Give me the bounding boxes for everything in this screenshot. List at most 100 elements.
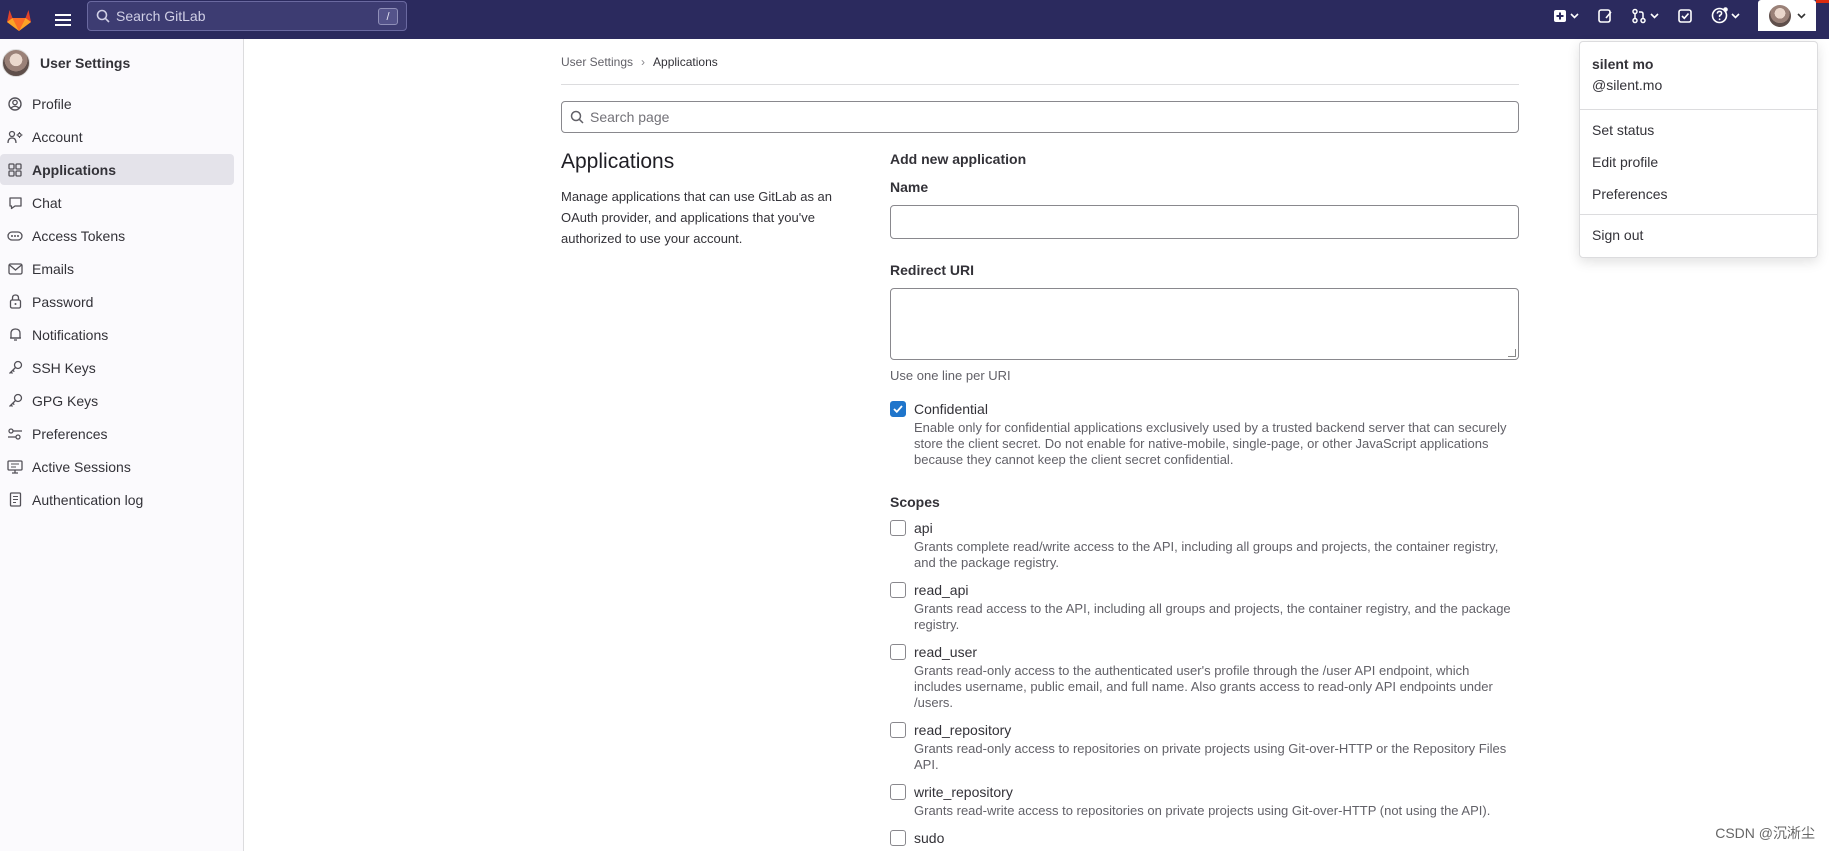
sidebar-item-emails[interactable]: Emails [0,253,234,284]
search-page-placeholder: Search page [590,109,670,125]
sidebar-item-account[interactable]: Account [0,121,234,152]
lock-icon [7,294,23,310]
user-menu-button[interactable] [1758,0,1829,31]
breadcrumb: User Settings › Applications [561,39,1519,85]
sidebar-item-label: Password [32,293,94,310]
user-handle: @silent.mo [1592,77,1663,93]
confidential-help: Enable only for confidential application… [914,420,1507,467]
search-icon [570,110,584,124]
menu-item-set-status[interactable]: Set status [1580,114,1817,146]
comment-icon [7,195,23,211]
watermark: CSDN @沉淅尘 [1715,825,1815,841]
sidebar-item-profile[interactable]: Profile [0,88,234,119]
redirect-uri-label: Redirect URI [890,262,975,278]
chevron-right-icon: › [641,54,646,69]
user-dropdown-menu: silent mo @silent.mo Set status Edit pro… [1579,41,1818,258]
page-description: Manage applications that can use GitLab … [561,189,833,246]
scope-label: sudo [914,830,945,846]
breadcrumb-applications[interactable]: Applications [653,55,718,69]
menu-item-edit-profile[interactable]: Edit profile [1580,146,1817,178]
sidebar-item-label: Account [32,128,83,145]
gitlab-logo-icon[interactable] [2,3,36,37]
sidebar-item-active-sessions[interactable]: Active Sessions [0,451,234,482]
todos-button[interactable] [1677,8,1693,24]
account-icon [7,129,23,145]
scope-option-read-repository: read_repository Grants read-only access t… [890,721,1519,773]
menu-item-sign-out[interactable]: Sign out [1580,219,1817,251]
todo-check-icon [1678,8,1692,23]
scope-checkbox[interactable] [890,830,906,846]
issues-button[interactable] [1597,8,1613,24]
merge-requests-button[interactable] [1631,8,1659,24]
top-navbar: Search GitLab / [0,0,1829,39]
scopes-list: api Grants complete read/write access to … [890,519,1519,847]
scope-help: Grants read-write access to repositories… [914,803,1491,818]
question-icon [1711,7,1728,24]
scope-label: read_api [914,582,969,598]
scope-checkbox[interactable] [890,582,906,598]
chevron-down-icon [1796,12,1806,19]
name-field[interactable] [890,205,1519,239]
monitor-icon [7,459,23,475]
redirect-uri-field[interactable] [890,288,1519,360]
merge-request-icon [1632,8,1646,23]
help-button[interactable] [1711,7,1740,24]
sidebar-item-access-tokens[interactable]: Access Tokens [0,220,234,251]
hamburger-menu-icon[interactable] [48,5,78,35]
sidebar-item-label: Profile [32,95,72,112]
issues-icon [1598,8,1612,23]
sidebar-header[interactable]: User Settings [0,39,243,86]
scopes-title: Scopes [890,494,940,510]
sidebar-item-ssh-keys[interactable]: SSH Keys [0,352,234,383]
scope-checkbox[interactable] [890,722,906,738]
avatar [1768,4,1791,27]
sidebar-title: User Settings [40,54,131,71]
create-new-button[interactable] [1553,9,1579,23]
sidebar-item-label: Chat [32,194,62,211]
redirect-uri-help: Use one line per URI [890,368,1011,383]
scope-checkbox[interactable] [890,644,906,660]
scope-checkbox[interactable] [890,520,906,536]
user-info[interactable]: silent mo @silent.mo [1580,42,1817,110]
check-icon [893,405,903,413]
form-title: Add new application [890,151,1027,167]
scope-option-read-api: read_api Grants read access to the API, i… [890,581,1519,633]
search-page-input[interactable]: Search page [561,101,1519,133]
settings-sidebar: User Settings Profile Account Applications… [0,39,244,851]
user-name: silent mo [1592,56,1654,72]
sidebar-item-label: Active Sessions [32,458,131,475]
confidential-checkbox[interactable] [890,401,906,417]
avatar [2,48,30,77]
scope-label: read_repository [914,722,1012,738]
scope-help: Grants read-only access to repositories … [914,741,1507,772]
sidebar-item-authentication-log[interactable]: Authentication log [0,484,234,515]
token-icon [7,228,23,244]
sidebar-item-gpg-keys[interactable]: GPG Keys [0,385,234,416]
sidebar-item-label: GPG Keys [32,392,99,409]
confidential-label: Confidential [914,401,988,417]
sidebar-item-applications[interactable]: Applications [0,154,234,185]
scope-option-sudo: sudo [890,829,1519,847]
main-content: User Settings › Applications Search page… [561,39,1519,846]
notifications-icon [7,327,23,343]
chevron-down-icon [1570,12,1579,19]
mail-icon [7,261,23,277]
sidebar-item-password[interactable]: Password [0,286,234,317]
scope-checkbox[interactable] [890,784,906,800]
scope-label: api [914,520,933,536]
sidebar-item-label: Emails [32,260,75,277]
key-icon [7,393,23,409]
breadcrumb-user-settings[interactable]: User Settings [561,55,633,69]
log-icon [7,492,23,508]
sidebar-item-preferences[interactable]: Preferences [0,418,234,449]
sidebar-item-notifications[interactable]: Notifications [0,319,234,350]
sidebar-item-label: Notifications [32,326,109,343]
search-shortcut-key: / [378,8,398,25]
name-label: Name [890,179,929,195]
menu-item-preferences[interactable]: Preferences [1580,178,1817,210]
scope-label: write_repository [914,784,1013,800]
global-search-input[interactable]: Search GitLab / [87,1,407,31]
sidebar-item-chat[interactable]: Chat [0,187,234,218]
sidebar-item-label: Applications [32,161,117,178]
scope-label: read_user [914,644,978,660]
